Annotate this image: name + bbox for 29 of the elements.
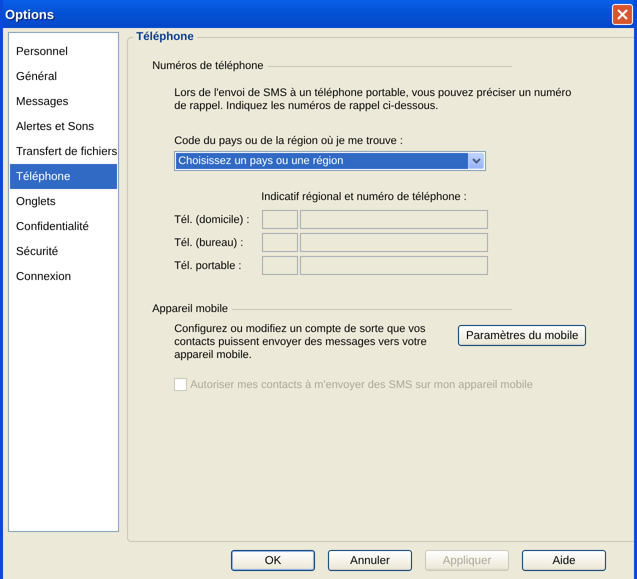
checkbox-label: Autoriser mes contacts à m'envoyer des SMS sur mon appareil mobile	[190, 378, 533, 390]
sidebar-item[interactable]: Messages	[10, 89, 118, 114]
close-icon	[617, 8, 628, 20]
field-label: Tél. (domicile) :	[174, 214, 250, 226]
field-label: Code du pays ou de la région où je me trouve :	[174, 135, 404, 148]
country-dropdown[interactable]: Choisissez un pays ou une région	[174, 151, 486, 171]
sidebar-item[interactable]: Sécurité	[10, 239, 118, 264]
dialog-button[interactable]: Aide	[522, 550, 606, 571]
sidebar-item[interactable]: Onglets	[10, 189, 118, 214]
description-text: Configurez ou modifiez un compte de sorte que vos contacts puissent envoyer des messages vers votre appareil mobile.	[174, 323, 428, 362]
window-title: Options	[5, 6, 54, 22]
description-text: Lors de l'envoi de SMS à un téléphone portable, vous pouvez préciser un numéro de rappel. Indiquez les numéros de rappel ci-dessous.	[174, 87, 572, 113]
section-heading: Appareil mobile	[152, 303, 228, 315]
field-label: Indicatif régional et numéro de téléphone :	[261, 191, 468, 204]
section-heading: Numéros de téléphone	[152, 60, 264, 72]
dialog-button[interactable]: Annuler	[328, 550, 412, 571]
mobile-settings-button[interactable]: Paramètres du mobile	[458, 325, 586, 346]
sidebar-item[interactable]: Personnel	[10, 39, 118, 64]
sidebar-item[interactable]: Connexion	[10, 264, 118, 289]
close-button[interactable]	[612, 4, 633, 24]
dialog-button[interactable]: OK	[231, 550, 315, 571]
sidebar-item[interactable]: Transfert de fichiers	[10, 139, 118, 164]
field-label: Tél. portable :	[174, 260, 242, 272]
sidebar-item[interactable]: Général	[10, 64, 118, 89]
group-title: Téléphone	[133, 31, 197, 43]
sidebar-item[interactable]: Confidentialité	[10, 214, 118, 239]
field-label: Tél. (bureau) :	[174, 236, 244, 248]
sidebar-item[interactable]: Alertes et Sons	[10, 114, 118, 139]
sidebar-item[interactable]: Téléphone	[10, 164, 118, 189]
